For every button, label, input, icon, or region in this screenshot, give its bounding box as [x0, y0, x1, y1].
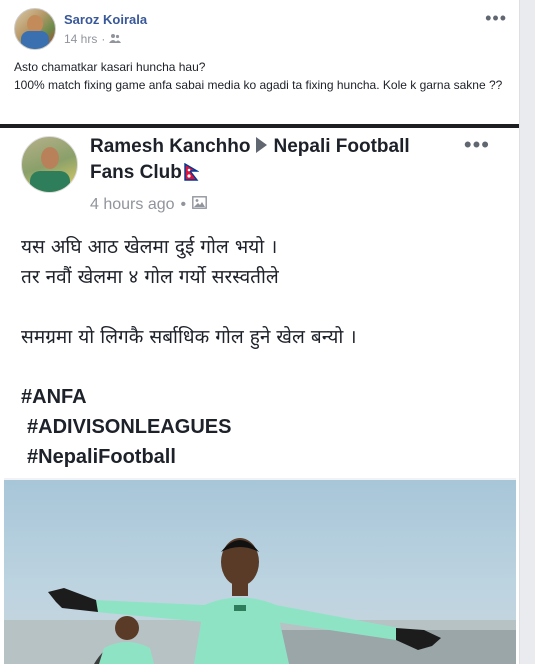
feed-post: Saroz Koirala 14 hrs · ••• Asto chamatka… — [0, 0, 520, 664]
text-gap — [21, 292, 501, 322]
shared-post-card: Ramesh Kanchho Nepali Football Fans Club … — [4, 128, 516, 478]
nepal-flag-icon — [184, 162, 200, 189]
shared-author-name[interactable]: Ramesh Kanchho — [90, 136, 250, 157]
avatar-shirt — [30, 171, 70, 192]
friends-icon[interactable] — [109, 32, 122, 46]
meta-dot: · — [101, 32, 106, 46]
author-avatar[interactable] — [14, 8, 56, 50]
shared-more-options-button[interactable]: ••• — [464, 132, 490, 158]
shared-post-header: Ramesh Kanchho Nepali Football Fans Club — [90, 134, 420, 189]
shared-text-line: समग्रमा यो लिगकै सर्बाधिक गोल हुने खेल ब… — [21, 326, 357, 348]
shared-post-meta: 4 hours ago • — [90, 196, 208, 214]
football-player-photo — [4, 538, 516, 664]
post-text: Asto chamatkar kasari huncha hau? 100% m… — [14, 58, 504, 94]
post-time[interactable]: 14 hrs — [64, 32, 97, 46]
avatar-body — [21, 31, 49, 49]
shared-text-line: तर नवौं खेलमा ४ गोल गर्यो सरस्वतीले — [21, 266, 279, 288]
post-meta: 14 hrs · — [64, 32, 122, 46]
hashtag-nepalifootball[interactable]: #NepaliFootball — [21, 442, 501, 472]
meta-dot: • — [180, 196, 187, 213]
hashtag-adivisonleagues[interactable]: #ADIVISONLEAGUES — [21, 412, 501, 442]
arrow-right-icon — [256, 137, 268, 153]
avatar-face — [41, 147, 59, 169]
post-text-line: Asto chamatkar kasari huncha hau? — [14, 60, 206, 74]
shared-post[interactable]: Ramesh Kanchho Nepali Football Fans Club … — [4, 128, 516, 664]
shared-post-text: यस अघि आठ खेलमा दुई गोल भयो । तर नवौं खे… — [21, 232, 501, 472]
shared-text-line: यस अघि आठ खेलमा दुई गोल भयो । — [21, 236, 278, 258]
shared-photo[interactable] — [4, 480, 516, 664]
more-options-button[interactable]: ••• — [485, 8, 507, 29]
shared-author-avatar[interactable] — [21, 136, 78, 193]
photo-icon — [192, 196, 208, 214]
shared-post-time[interactable]: 4 hours ago — [90, 196, 175, 214]
author-name[interactable]: Saroz Koirala — [64, 12, 147, 27]
hashtag-anfa[interactable]: #ANFA — [21, 382, 501, 412]
post-text-line: 100% match fixing game anfa sabai media … — [14, 78, 503, 92]
text-gap — [21, 352, 501, 382]
